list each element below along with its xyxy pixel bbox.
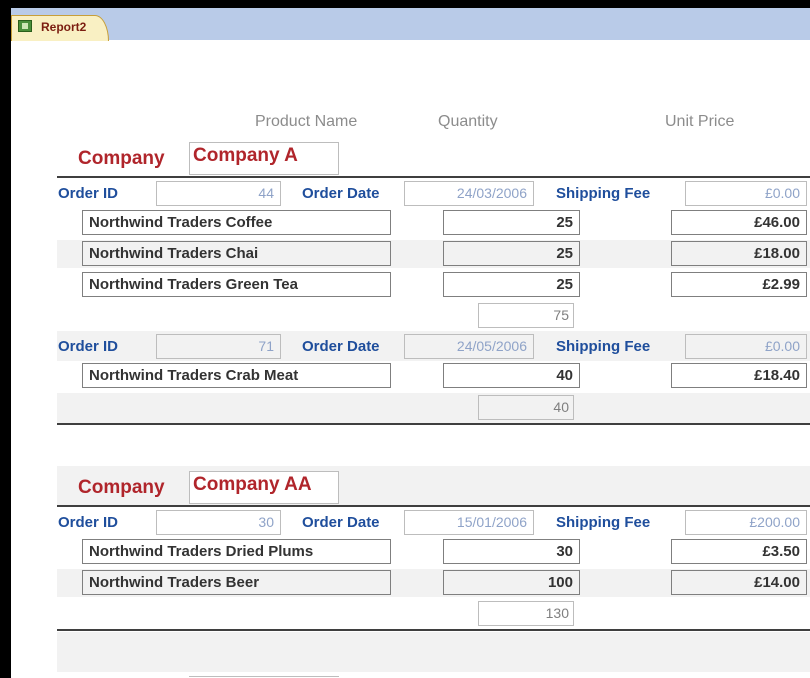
group-footer-band: [57, 632, 810, 672]
detail-row: Northwind Traders Coffee 25 £46.00: [57, 209, 810, 237]
unit-price-field[interactable]: £2.99: [671, 272, 807, 297]
order-id-label: Order ID: [58, 185, 119, 202]
quantity-field[interactable]: 100: [443, 570, 580, 595]
quantity-subtotal[interactable]: 130: [478, 601, 574, 626]
unit-price-field[interactable]: £46.00: [671, 210, 807, 235]
group-rule: [57, 176, 810, 178]
report-icon: [18, 20, 32, 32]
shipping-fee-label: Shipping Fee: [556, 338, 651, 355]
order-date-field[interactable]: 24/05/2006: [404, 334, 534, 359]
group-header-band: [57, 466, 810, 506]
quantity-field[interactable]: 30: [443, 539, 580, 564]
shipping-fee-field[interactable]: £0.00: [685, 334, 807, 359]
detail-row: Northwind Traders Dried Plums 30 £3.50: [57, 538, 810, 566]
quantity-field[interactable]: 25: [443, 241, 580, 266]
product-name-field[interactable]: Northwind Traders Crab Meat: [82, 363, 391, 388]
document-tab-bar: [11, 8, 810, 40]
order-id-label: Order ID: [58, 514, 119, 531]
tab-label: Report2: [41, 20, 87, 34]
detail-row: Northwind Traders Crab Meat 40 £18.40: [57, 362, 810, 390]
product-name-field[interactable]: Northwind Traders Coffee: [82, 210, 391, 235]
product-name-field[interactable]: Northwind Traders Dried Plums: [82, 539, 391, 564]
group-footer-rule: [57, 629, 810, 631]
group-footer-rule: [57, 423, 810, 425]
order-date-field[interactable]: 24/03/2006: [404, 181, 534, 206]
header-quantity: Quantity: [438, 113, 498, 130]
quantity-field[interactable]: 25: [443, 210, 580, 235]
company-label: Company: [78, 477, 165, 498]
product-name-field[interactable]: Northwind Traders Green Tea: [82, 272, 391, 297]
order-date-label: Order Date: [302, 185, 380, 202]
order-date-label: Order Date: [302, 338, 380, 355]
detail-row: Northwind Traders Green Tea 25 £2.99: [57, 271, 810, 299]
unit-price-field[interactable]: £18.40: [671, 363, 807, 388]
unit-price-field[interactable]: £3.50: [671, 539, 807, 564]
product-name-field[interactable]: Northwind Traders Beer: [82, 570, 391, 595]
order-id-label: Order ID: [58, 338, 119, 355]
unit-price-field[interactable]: £18.00: [671, 241, 807, 266]
quantity-field[interactable]: 40: [443, 363, 580, 388]
order-id-field[interactable]: 44: [156, 181, 281, 206]
window-frame-left: [0, 0, 11, 678]
quantity-subtotal[interactable]: 75: [478, 303, 574, 328]
report-body: Product Name Quantity Unit Price Company…: [11, 41, 810, 678]
order-date-label: Order Date: [302, 514, 380, 531]
group-rule: [57, 505, 810, 507]
order-id-field[interactable]: 71: [156, 334, 281, 359]
company-label: Company: [78, 148, 165, 169]
header-unit-price: Unit Price: [665, 113, 735, 130]
product-name-field[interactable]: Northwind Traders Chai: [82, 241, 391, 266]
order-date-field[interactable]: 15/01/2006: [404, 510, 534, 535]
order-id-field[interactable]: 30: [156, 510, 281, 535]
quantity-subtotal[interactable]: 40: [478, 395, 574, 420]
shipping-fee-label: Shipping Fee: [556, 514, 651, 531]
order-footer-band: [57, 393, 810, 423]
detail-row: Northwind Traders Beer 100 £14.00: [57, 569, 810, 597]
company-name-field[interactable]: Company A: [189, 142, 339, 175]
quantity-field[interactable]: 25: [443, 272, 580, 297]
company-name-field[interactable]: Company AA: [189, 471, 339, 504]
unit-price-field[interactable]: £14.00: [671, 570, 807, 595]
header-product-name: Product Name: [255, 113, 358, 130]
window-frame-top: [0, 0, 810, 8]
shipping-fee-field[interactable]: £0.00: [685, 181, 807, 206]
shipping-fee-field[interactable]: £200.00: [685, 510, 807, 535]
shipping-fee-label: Shipping Fee: [556, 185, 651, 202]
detail-row: Northwind Traders Chai 25 £18.00: [57, 240, 810, 268]
tab-report2[interactable]: Report2: [11, 15, 109, 41]
